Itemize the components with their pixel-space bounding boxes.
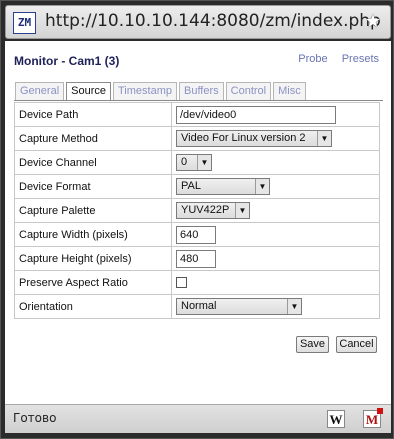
address-bar: ZM http://10.10.10.144:8080/zm/index.php… [5,5,391,39]
orientation-label: Orientation [14,294,172,319]
table-row: Device Format PAL ▼ [14,174,380,199]
capture-method-label: Capture Method [14,126,172,151]
capture-width-input[interactable]: 640 [176,225,216,244]
tab-misc[interactable]: Misc [273,82,306,100]
chevron-down-icon: ▼ [197,155,211,170]
table-row: Device Path /dev/video0 [14,102,380,127]
tab-timestamp[interactable]: Timestamp [113,82,177,100]
source-settings-table: Device Path /dev/video0 Capture Method V… [14,102,380,319]
capture-palette-select[interactable]: YUV422P ▼ [176,202,250,219]
device-format-label: Device Format [14,174,172,199]
chevron-down-icon: ▼ [317,131,331,146]
device-format-select[interactable]: PAL ▼ [176,178,270,195]
table-row: Capture Width (pixels) 640 [14,222,380,247]
page-content: Monitor - Cam1 (3) Probe Presets General… [5,41,391,404]
page-title: Monitor - Cam1 (3) [14,54,120,68]
zm-logo: ZM [13,12,36,34]
orientation-select[interactable]: Normal ▼ [176,298,302,315]
star-icon[interactable]: ★ [362,10,384,34]
device-path-label: Device Path [14,102,172,127]
browser-window: ZM http://10.10.10.144:8080/zm/index.php… [0,0,394,439]
device-channel-select[interactable]: 0 ▼ [176,154,212,171]
chevron-down-icon: ▼ [235,203,249,218]
capture-height-input[interactable]: 480 [176,249,216,268]
device-channel-label: Device Channel [14,150,172,175]
table-row: Orientation Normal ▼ [14,294,380,319]
tab-buffers[interactable]: Buffers [179,82,224,100]
tab-control[interactable]: Control [225,82,272,100]
save-button[interactable]: Save [296,336,329,353]
m-icon[interactable]: M [363,408,383,428]
presets-link[interactable]: Presets [342,53,379,65]
capture-width-label: Capture Width (pixels) [14,222,172,247]
status-text: Готово [13,411,57,425]
tab-general[interactable]: General [15,82,65,100]
device-path-input[interactable]: /dev/video0 [176,105,336,124]
table-row: Device Channel 0 ▼ [14,150,380,175]
capture-height-label: Capture Height (pixels) [14,246,172,271]
chevron-down-icon: ▼ [255,179,269,194]
chevron-down-icon: ▼ [287,299,301,314]
top-links: Probe Presets [287,53,379,65]
capture-method-select[interactable]: Video For Linux version 2 ▼ [176,130,332,147]
tab-bar: General Source Timestamp Buffers Control… [15,82,308,101]
w-icon[interactable]: W [327,410,345,428]
table-row: Preserve Aspect Ratio [14,270,380,295]
table-row: Capture Height (pixels) 480 [14,246,380,271]
url-field[interactable]: http://10.10.10.144:8080/zm/index.php [45,11,381,31]
table-row: Capture Method Video For Linux version 2… [14,126,380,151]
preserve-aspect-checkbox[interactable] [176,277,187,289]
tab-source[interactable]: Source [66,82,111,101]
capture-palette-label: Capture Palette [14,198,172,223]
probe-link[interactable]: Probe [298,53,327,65]
status-bar: Готово W M [5,404,391,433]
preserve-aspect-label: Preserve Aspect Ratio [14,270,172,295]
table-row: Capture Palette YUV422P ▼ [14,198,380,223]
cancel-button[interactable]: Cancel [336,336,377,353]
tab-divider [14,100,383,101]
